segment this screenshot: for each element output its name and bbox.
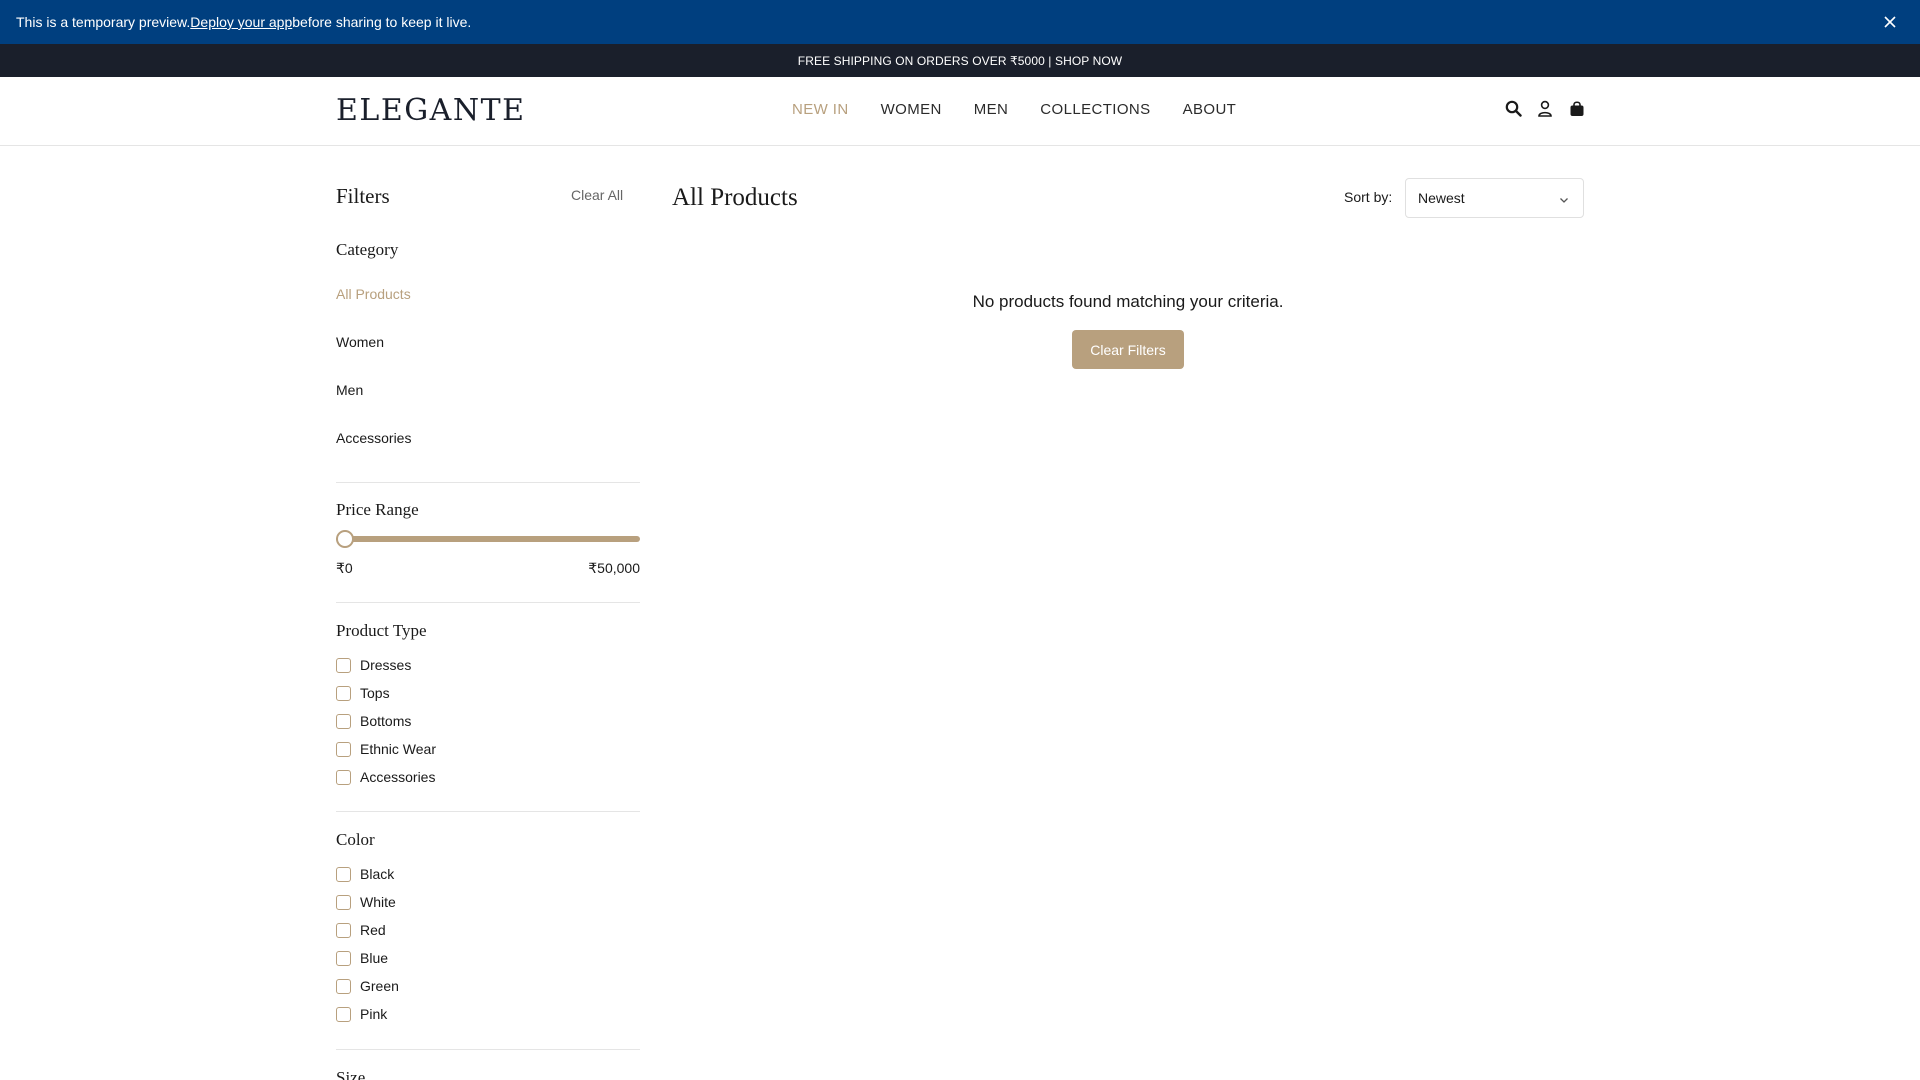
checkbox-label: Dresses [360,657,412,673]
checkbox-label: Tops [360,685,390,701]
checkbox-label: Bottoms [360,713,412,729]
checkbox[interactable] [336,685,351,701]
checkbox[interactable] [336,769,351,785]
checkbox-label: Red [360,922,386,938]
user-icon[interactable] [1536,99,1554,117]
promo-banner[interactable]: FREE SHIPPING ON ORDERS OVER ₹5000 | SHO… [0,44,1920,77]
product-type-tops[interactable]: Tops [336,685,390,701]
checkbox-label: Ethnic Wear [360,741,436,757]
clear-all-button[interactable]: Clear All [571,187,623,203]
checkbox-label: Blue [360,950,389,966]
checkbox[interactable] [336,922,351,938]
preview-banner: This is a temporary preview. Deploy your… [0,0,1920,44]
preview-text: This is a temporary preview. [16,14,191,30]
checkbox-label: Pink [360,1006,388,1022]
category-title: Category [336,240,399,259]
checkbox[interactable] [336,950,351,966]
nav-collections[interactable]: COLLECTIONS [1040,101,1150,118]
size-title: Size [336,1068,366,1080]
divider [336,482,640,483]
color-red[interactable]: Red [336,922,386,938]
price-min-value: ₹0 [336,560,353,576]
bag-icon[interactable] [1568,99,1586,117]
preview-text-suffix: before sharing to keep it live. [292,14,472,30]
color-pink[interactable]: Pink [336,1006,387,1022]
checkbox-label: White [360,894,396,910]
color-black[interactable]: Black [336,866,394,882]
category-women[interactable]: Women [336,334,384,350]
color-blue[interactable]: Blue [336,950,388,966]
clear-filters-button[interactable]: Clear Filters [1072,330,1184,369]
checkbox[interactable] [336,713,351,729]
sort-select[interactable]: Newest [1405,178,1584,218]
filters-title: Filters [336,184,390,208]
chevron-down-icon [1559,192,1569,208]
category-men[interactable]: Men [336,382,363,398]
deploy-app-link[interactable]: Deploy your app [190,14,292,30]
product-type-title: Product Type [336,621,427,640]
promo-text: FREE SHIPPING ON ORDERS OVER ₹5000 | SHO… [797,53,1123,68]
price-slider-handle[interactable] [336,530,354,548]
checkbox[interactable] [336,657,351,673]
checkbox-label: Black [360,866,395,882]
nav-about[interactable]: ABOUT [1183,101,1237,118]
logo[interactable]: ELEGANTE [336,93,526,128]
price-slider-track[interactable] [336,536,640,542]
divider [336,811,640,812]
product-type-accessories[interactable]: Accessories [336,769,435,785]
sort-value: Newest [1418,190,1465,206]
category-accessories[interactable]: Accessories [336,430,411,446]
checkbox[interactable] [336,894,351,910]
nav-women[interactable]: WOMEN [881,101,942,118]
empty-state-message: No products found matching your criteria… [972,292,1284,311]
divider [336,1049,640,1050]
checkbox[interactable] [336,978,351,994]
main-nav: NEW IN WOMEN MEN COLLECTIONS ABOUT [792,101,1236,118]
checkbox[interactable] [336,1006,351,1022]
price-max-value: ₹50,000 [588,560,640,576]
category-all-products[interactable]: All Products [336,286,411,302]
checkbox-label: Green [360,978,399,994]
checkbox[interactable] [336,866,351,882]
color-title: Color [336,830,375,849]
site-header: ELEGANTE NEW IN WOMEN MEN COLLECTIONS AB… [0,77,1920,146]
color-green[interactable]: Green [336,978,399,994]
nav-men[interactable]: MEN [974,101,1009,118]
price-range-title: Price Range [336,500,419,519]
color-white[interactable]: White [336,894,396,910]
checkbox[interactable] [336,741,351,757]
search-icon[interactable] [1504,99,1522,117]
product-type-dresses[interactable]: Dresses [336,657,411,673]
product-type-ethnic-wear[interactable]: Ethnic Wear [336,741,436,757]
page-title: All Products [672,184,798,211]
header-actions [1504,99,1586,117]
divider [336,602,640,603]
close-icon[interactable] [1880,12,1900,32]
nav-new-in[interactable]: NEW IN [792,101,849,118]
sort-label: Sort by: [1344,189,1393,205]
product-type-bottoms[interactable]: Bottoms [336,713,411,729]
checkbox-label: Accessories [360,769,436,785]
